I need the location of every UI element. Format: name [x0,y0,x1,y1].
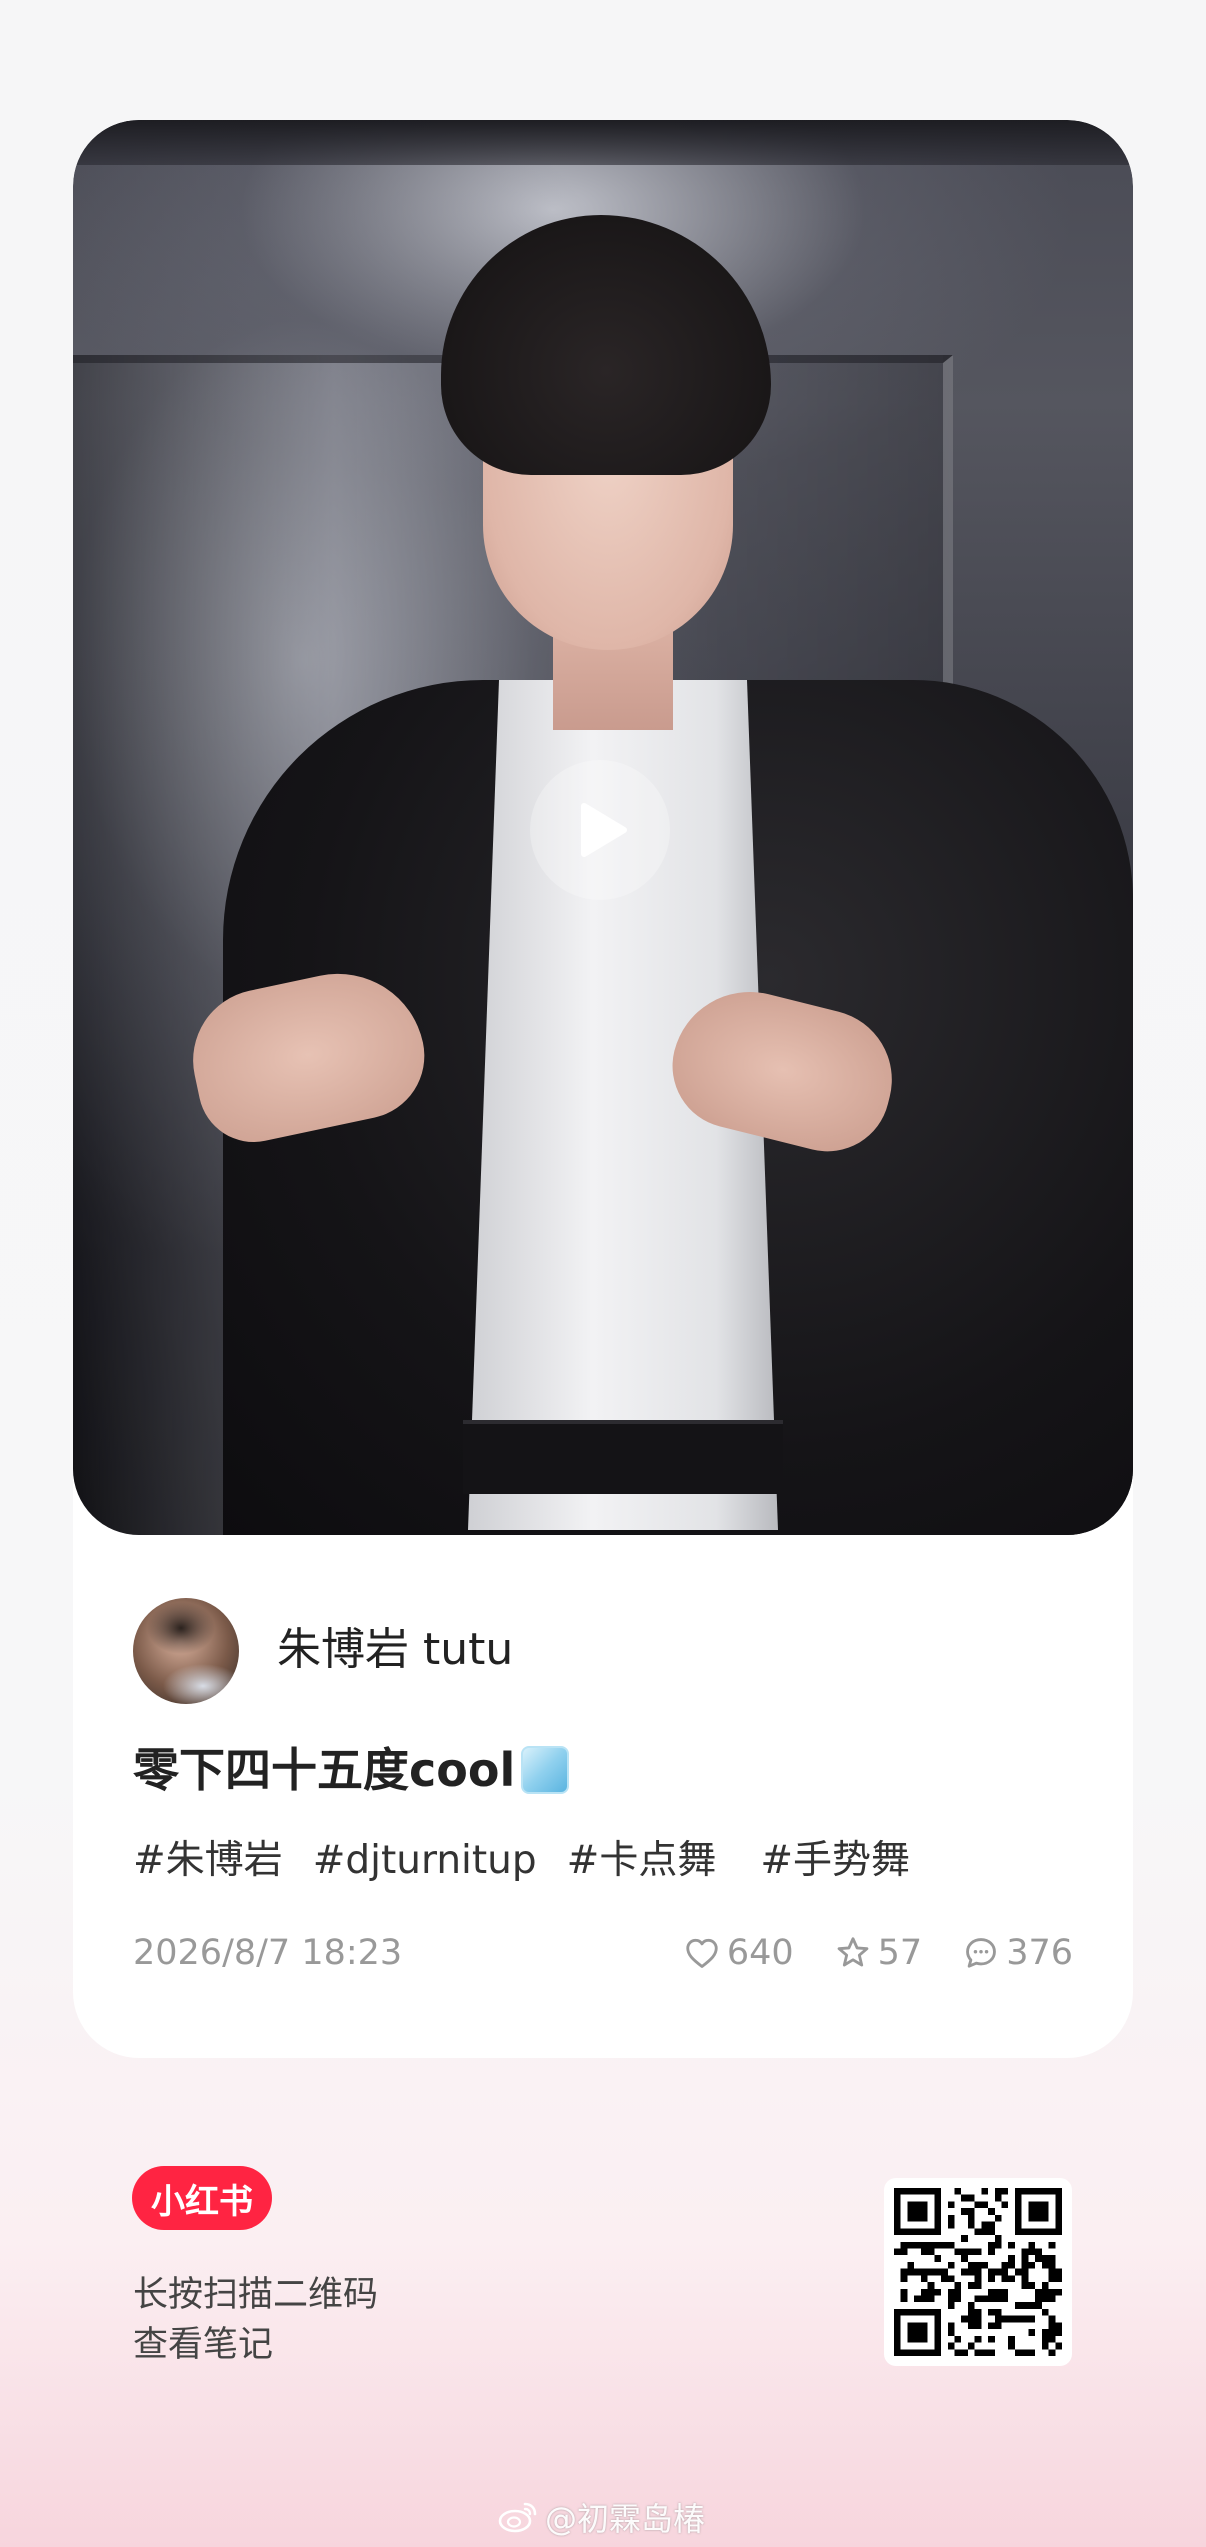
watermark: @初霖岛椿 [497,2494,705,2540]
hashtag[interactable]: #朱博岩 [133,1834,283,1888]
play-button[interactable] [530,760,670,900]
hashtag-list: #朱博岩 #djturnitup #卡点舞 #手势舞 [133,1834,910,1888]
favorites-count: 57 [877,1933,923,1973]
qr-code-icon [894,2188,1062,2356]
watermark-text: @初霖岛椿 [545,2500,706,2538]
heart-icon [686,1938,718,1968]
weibo-icon [498,2502,537,2533]
likes-count: 640 [726,1933,794,1973]
person-belt [463,1420,783,1494]
favorites-stat[interactable]: 57 [834,1933,923,1973]
post-title: 零下四十五度cool [133,1740,570,1800]
cover-top-shade [73,120,1133,165]
hashtag[interactable]: #卡点舞 [567,1834,717,1888]
play-icon [581,803,627,857]
hashtag[interactable]: #djturnitup [313,1834,537,1888]
ice-cube-icon [521,1746,570,1794]
comment-icon [966,1938,997,1968]
post-title-text: 零下四十五度cool [133,1743,516,1797]
post-meta: 2026/8/7 18:23 640 57 376 [133,1928,1073,1978]
post-date: 2026/8/7 18:23 [133,1933,403,1973]
comments-stat[interactable]: 376 [962,1933,1073,1973]
author-avatar[interactable] [133,1598,239,1704]
comments-count: 376 [1006,1933,1073,1973]
hashtag[interactable]: #手势舞 [760,1834,910,1888]
scan-hint: 长按扫描二维码 查看笔记 [133,2270,378,2370]
likes-stat[interactable]: 640 [683,1933,794,1973]
video-cover[interactable] [73,120,1133,1535]
xiaohongshu-logo: 小红书 [132,2166,272,2230]
person-hair [441,215,771,475]
author-name[interactable]: 朱博岩 tutu [277,1622,513,1678]
scan-hint-line1: 长按扫描二维码 [133,2275,379,2315]
note-card[interactable]: 朱博岩 tutu 零下四十五度cool #朱博岩 #djturnitup #卡点… [73,120,1133,2058]
qr-code[interactable] [884,2178,1072,2366]
star-icon [837,1937,868,1967]
scan-hint-line2: 查看笔记 [133,2325,274,2365]
